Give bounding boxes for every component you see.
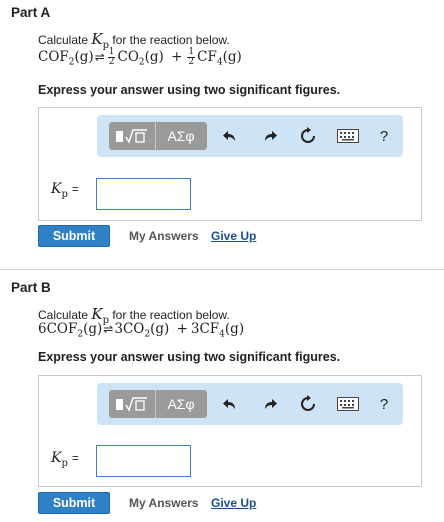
kp-answer-input[interactable] — [96, 178, 191, 210]
keyboard-button[interactable] — [335, 392, 361, 416]
calc-suffix: for the reaction below. — [112, 308, 230, 322]
radical-template-icon — [116, 129, 147, 144]
calc-prefix: Calculate — [38, 33, 89, 47]
templates-button[interactable] — [109, 390, 156, 418]
kp-answer-label: Kp = — [51, 450, 79, 469]
toolbar-button-group: ΑΣφ — [109, 390, 207, 418]
symbols-button[interactable]: ΑΣφ — [155, 122, 207, 150]
part-b-give-up-link[interactable]: Give Up — [211, 496, 256, 510]
symbols-button[interactable]: ΑΣφ — [155, 390, 207, 418]
calc-suffix: for the reaction below. — [112, 33, 230, 47]
redo-arrow-icon — [265, 399, 277, 409]
reset-button[interactable] — [297, 392, 319, 416]
help-button[interactable]: ? — [373, 124, 395, 148]
keyboard-button[interactable] — [335, 124, 361, 148]
undo-button[interactable] — [219, 124, 241, 148]
calc-prefix: Calculate — [38, 308, 89, 322]
part-b-equation: 6COF2(g)⇌3CO2(g) +3CF4(g) — [38, 321, 245, 340]
part-b-my-answers-link[interactable]: My Answers — [129, 496, 199, 510]
reset-icon — [301, 395, 315, 411]
part-b-title: Part B — [11, 280, 51, 295]
part-b-submit-button[interactable]: Submit — [38, 492, 110, 514]
fraction: 12 — [107, 47, 116, 67]
part-b-instruction: Express your answer using two significan… — [38, 350, 341, 364]
redo-button[interactable] — [259, 124, 281, 148]
toolbar-button-group: ΑΣφ — [109, 122, 207, 150]
kp-answer-input[interactable] — [96, 445, 191, 477]
part-a-my-answers-link[interactable]: My Answers — [129, 229, 199, 243]
undo-arrow-icon — [223, 131, 235, 141]
part-a-answer-box: ΑΣφ ? Kp = — [38, 107, 422, 221]
reset-icon — [301, 127, 315, 143]
part-a-submit-button[interactable]: Submit — [38, 225, 110, 247]
keyboard-icon — [337, 129, 359, 143]
equilibrium-arrow-icon: ⇌ — [103, 322, 114, 336]
redo-button[interactable] — [259, 392, 281, 416]
templates-button[interactable] — [109, 122, 156, 150]
radical-template-icon — [116, 397, 147, 412]
help-button[interactable]: ? — [373, 392, 395, 416]
undo-button[interactable] — [219, 392, 241, 416]
part-a-instruction: Express your answer using two significan… — [38, 83, 341, 97]
part-b-answer-box: ΑΣφ ? Kp = — [38, 375, 422, 487]
part-a-title: Part A — [11, 5, 51, 20]
undo-arrow-icon — [223, 399, 235, 409]
reset-button[interactable] — [297, 124, 319, 148]
part-a-equation: COF2(g)⇌ 1 2 CO2(g) +1 2 CF4(g) — [38, 47, 242, 68]
fraction: 12 — [187, 47, 196, 67]
math-toolbar: ΑΣφ ? — [97, 115, 403, 157]
equilibrium-arrow-icon: ⇌ — [94, 50, 105, 64]
part-a-give-up-link[interactable]: Give Up — [211, 229, 256, 243]
kp-answer-label: Kp = — [51, 181, 79, 200]
redo-arrow-icon — [265, 131, 277, 141]
math-toolbar: ΑΣφ ? — [97, 383, 403, 425]
kp-symbol: Kp — [91, 30, 109, 51]
keyboard-icon — [337, 397, 359, 411]
section-divider — [0, 269, 444, 270]
